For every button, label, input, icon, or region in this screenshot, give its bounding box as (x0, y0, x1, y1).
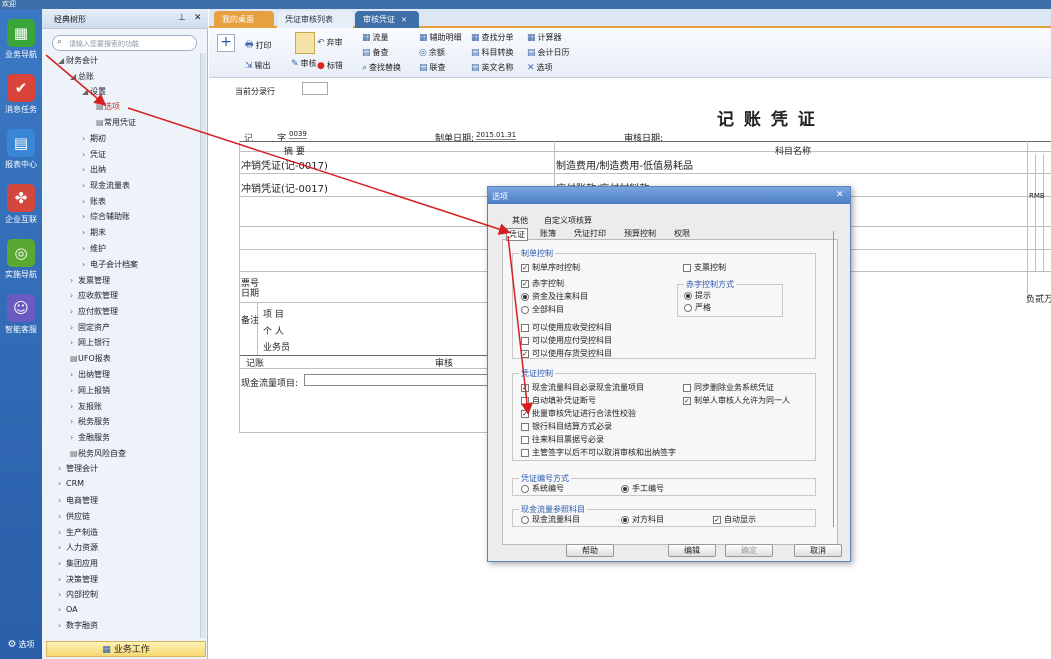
arrow-to-options-item (45, 54, 107, 106)
arrow-to-batch-check (507, 235, 533, 415)
annotation-arrows (45, 54, 533, 415)
arrow-to-voucher-tab (127, 107, 511, 235)
